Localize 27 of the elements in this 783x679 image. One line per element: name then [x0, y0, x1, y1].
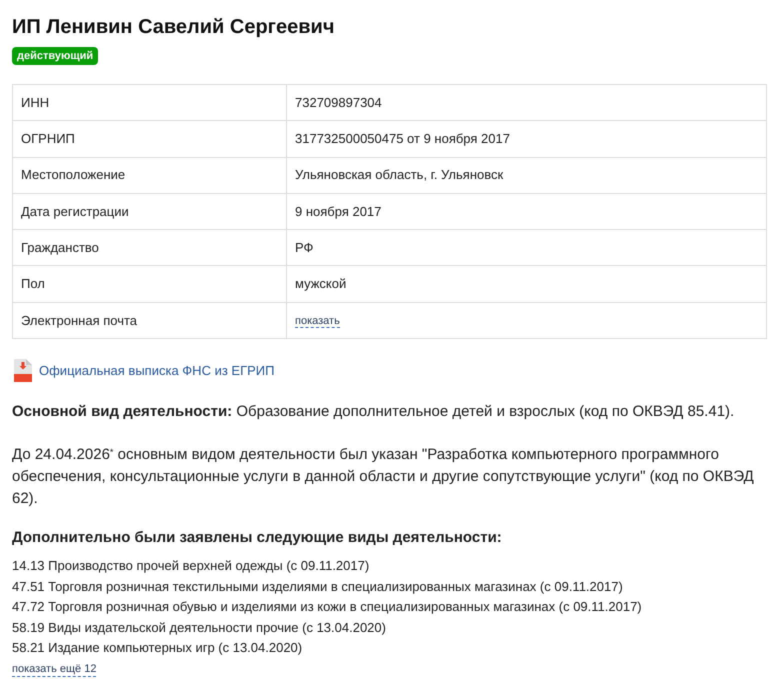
- file-download-icon: [14, 359, 32, 382]
- table-cell: РФ: [286, 230, 766, 266]
- show-more-link[interactable]: показать ещё 12: [12, 662, 96, 677]
- table-cell: ИНН: [12, 84, 286, 121]
- activity-item: 58.19 Виды издательской деятельности прочие (с 13.04.2020): [12, 618, 387, 637]
- activity-item: 47.51 Торговля розничная текстильными изделиями в специализированных магазинах (с 09.11.2017): [12, 578, 624, 596]
- show-email-link[interactable]: показать: [295, 315, 340, 328]
- activity-item: 47.72 Торговля розничная обувью и изделиями из кожи в специализированных магазинах (с 09.11.2017): [12, 598, 643, 616]
- table-cell: Гражданство: [12, 230, 286, 266]
- table-cell: мужской: [286, 266, 766, 302]
- status-badge: действующий: [12, 47, 98, 65]
- table-cell: Электронная почта: [12, 302, 286, 339]
- table-cell: 732709897304: [286, 84, 766, 121]
- table-cell: 9 ноября 2017: [286, 193, 766, 230]
- activity-item: 14.13 Производство прочей верхней одежды (с 09.11.2017): [12, 557, 370, 576]
- activity-item: 58.21 Издание компьютерных игр (с 13.04.2020): [12, 639, 304, 658]
- table-cell: 317732500050475 от 9 ноября 2017: [286, 120, 766, 158]
- page-title: ИП Ленивин Савелий Сергеевич: [12, 16, 336, 39]
- table-cell: Ульяновская область, г. Ульяновск: [286, 157, 766, 194]
- previous-activity-text: До 24.04.2026$^{*}$ основным видом деятельности был указан "Разработка компьютерного программного обеспечения, консультационные услуги в данной области и другие сопутствующие услуги" (код по ОКВЭД 62).: [12, 445, 755, 510]
- table-cell: Пол: [12, 266, 286, 302]
- pdf-extract-link[interactable]: Официальная выписка ФНС из ЕГРИП: [39, 362, 274, 379]
- table-cell: Местоположение: [12, 157, 286, 194]
- table-cell: ОГРНИП: [12, 120, 286, 158]
- main-activity-text: Основной вид деятельности: Образование дополнительное детей и взрослых (код по ОКВЭД 85.41).: [12, 402, 736, 422]
- additional-activities-heading: Дополнительно были заявлены следующие виды деятельности:: [12, 528, 503, 548]
- table-cell: Дата регистрации: [12, 193, 286, 230]
